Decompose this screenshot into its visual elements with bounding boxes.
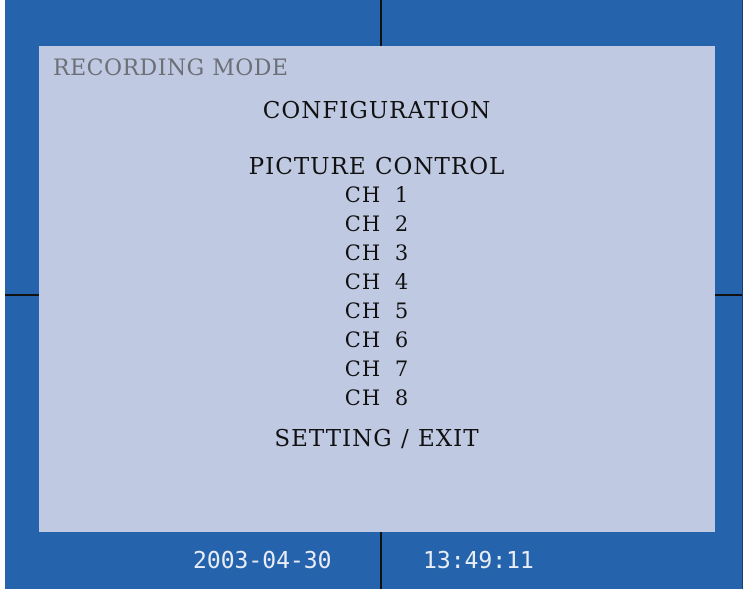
- channel-list: CH 1 CH 2 CH 3 CH 4 CH 5 CH 6 CH 7 CH 8: [39, 181, 715, 413]
- channel-item-7[interactable]: CH 7: [39, 355, 715, 384]
- quad-divider-right: [715, 294, 742, 296]
- channel-item-5[interactable]: CH 5: [39, 297, 715, 326]
- panel-title: RECORDING MODE: [53, 56, 289, 81]
- channel-item-3[interactable]: CH 3: [39, 239, 715, 268]
- quad-divider-top: [380, 0, 382, 46]
- dvr-screen: RECORDING MODE CONFIGURATION PICTURE CON…: [5, 0, 743, 589]
- status-time: 13:49:11: [423, 548, 534, 574]
- channel-item-4[interactable]: CH 4: [39, 268, 715, 297]
- menu-item-picture-control[interactable]: PICTURE CONTROL: [39, 154, 715, 180]
- quad-divider-left: [5, 294, 39, 296]
- channel-item-1[interactable]: CH 1: [39, 181, 715, 210]
- quad-divider-bottom: [380, 532, 382, 589]
- channel-item-6[interactable]: CH 6: [39, 326, 715, 355]
- osd-menu-panel: RECORDING MODE CONFIGURATION PICTURE CON…: [39, 46, 715, 532]
- channel-item-8[interactable]: CH 8: [39, 384, 715, 413]
- menu-item-configuration[interactable]: CONFIGURATION: [39, 98, 715, 124]
- channel-item-2[interactable]: CH 2: [39, 210, 715, 239]
- status-date: 2003-04-30: [193, 548, 332, 574]
- menu-item-setting-exit[interactable]: SETTING / EXIT: [39, 426, 715, 452]
